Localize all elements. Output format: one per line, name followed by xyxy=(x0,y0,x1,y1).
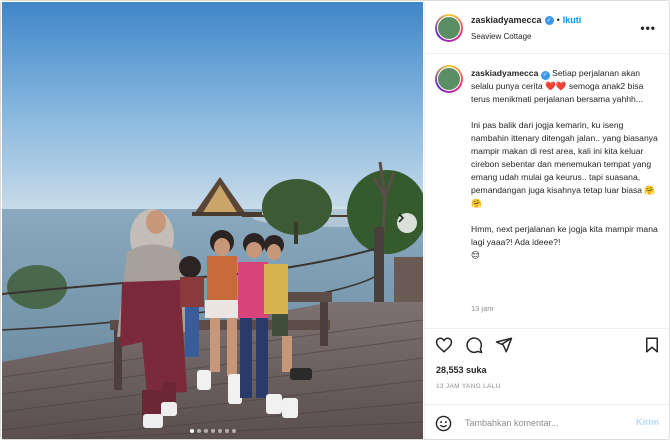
caption-body: Setiap perjalanan akan selalu punya ceri… xyxy=(471,68,658,260)
post-details-panel: zaskiadyamecca ✓ • Ikuti Seaview Cottage… xyxy=(424,2,669,439)
caption-section: zaskiadyamecca ✓ Setiap perjalanan akan … xyxy=(425,55,669,325)
post-author: zaskiadyamecca ✓ • Ikuti xyxy=(471,15,581,25)
carousel-dot xyxy=(189,429,194,433)
location-link[interactable]: Seaview Cottage xyxy=(471,32,531,41)
carousel-dot xyxy=(203,429,208,433)
carousel-dot xyxy=(231,429,236,433)
heart-icon[interactable] xyxy=(435,336,453,354)
verified-badge-icon: ✓ xyxy=(540,71,550,80)
carousel-next-button[interactable] xyxy=(397,213,417,233)
carousel-indicator xyxy=(2,429,423,433)
comment-icon[interactable] xyxy=(465,336,483,354)
post-photo[interactable] xyxy=(2,2,423,439)
caption-username[interactable]: zaskiadyamecca xyxy=(471,68,538,78)
follow-button[interactable]: Ikuti xyxy=(563,15,582,25)
send-icon[interactable] xyxy=(495,336,513,354)
post-header: zaskiadyamecca ✓ • Ikuti Seaview Cottage… xyxy=(425,2,669,54)
more-options-button[interactable]: ••• xyxy=(640,21,656,35)
separator: • xyxy=(556,15,560,25)
carousel-dot xyxy=(210,429,215,433)
instagram-post-modal: zaskiadyamecca ✓ • Ikuti Seaview Cottage… xyxy=(0,0,670,440)
carousel-dot xyxy=(217,429,222,433)
avatar-image xyxy=(437,16,461,40)
avatar[interactable] xyxy=(435,65,463,93)
chevron-right-icon xyxy=(398,213,405,223)
likes-count[interactable]: 28,553 suka xyxy=(436,365,487,375)
caption-text: zaskiadyamecca ✓ Setiap perjalanan akan … xyxy=(471,67,663,262)
bookmark-icon[interactable] xyxy=(643,336,661,354)
action-bar xyxy=(425,328,669,358)
username-link[interactable]: zaskiadyamecca xyxy=(471,15,542,25)
photo-scene xyxy=(2,2,423,439)
comment-input[interactable] xyxy=(465,416,615,430)
caption-time: 13 jam xyxy=(471,304,494,313)
comment-bar: Kirim xyxy=(425,404,669,439)
avatar[interactable] xyxy=(435,14,463,42)
carousel-dot xyxy=(224,429,229,433)
verified-badge-icon: ✓ xyxy=(544,15,554,25)
avatar-image xyxy=(437,67,461,91)
post-comment-button[interactable]: Kirim xyxy=(636,417,659,427)
smiley-icon[interactable] xyxy=(435,415,452,432)
carousel-dot xyxy=(196,429,201,433)
post-timestamp: 13 JAM YANG LALU xyxy=(436,383,501,390)
